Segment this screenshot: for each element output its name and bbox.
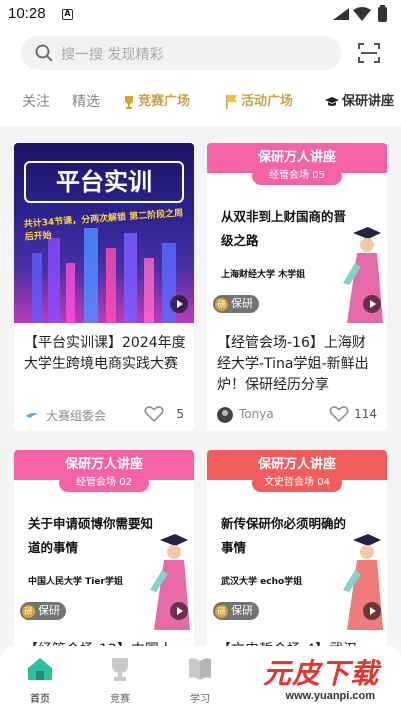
trophy-icon (112, 658, 128, 681)
flag-icon (226, 94, 237, 109)
badge-label: 保研 (231, 297, 253, 310)
watermark-url: www.yuanpi.com (285, 690, 375, 702)
card-title: 【平台实训课】2024年度大学生跨境电商实践大赛 (24, 335, 186, 372)
cover-session: 经管会场 02 (59, 474, 149, 492)
category-badge: 研保研 (213, 295, 259, 313)
card-cover: 保研万人讲座 经管会场 02 关于申请硕博你需要知道的事情 中国人民大学 Tie… (14, 450, 194, 630)
cover-speaker: 中国人民大学 Tier学姐 (28, 577, 123, 587)
like-count: 5 (176, 407, 184, 421)
card-title: 【经管会场-12】中国人民大学 (14, 630, 194, 646)
graduation-cap-icon (325, 96, 339, 106)
badge-label: 保研 (231, 604, 253, 617)
badge-icon: 研 (215, 604, 228, 618)
home-icon (28, 658, 52, 680)
feed-card[interactable]: 保研万人讲座 经管会场 02 关于申请硕博你需要知道的事情 中国人民大学 Tie… (14, 450, 194, 646)
badge-icon: 研 (22, 604, 35, 618)
cover-session: 经管会场 05 (252, 167, 342, 185)
tab-label: 竞赛广场 (138, 94, 191, 109)
tab-activity-square[interactable]: 活动广场 (225, 91, 293, 113)
screen: 10:28 A 搜一搜 发现精彩 关注 精选 竞赛广场 活动广场 保研讲座 平台… (0, 0, 401, 712)
cover-title: 平台实训 (24, 161, 184, 203)
nav-item-study[interactable]: 学习 (170, 656, 230, 705)
heart-icon[interactable] (144, 405, 164, 423)
tab-label: 精选 (72, 94, 100, 110)
category-badge: 研保研 (20, 602, 66, 620)
watermark-logo: 元皮下载 (262, 657, 379, 690)
nav-item-home[interactable]: 首页 (10, 656, 70, 705)
tab-label: 关注 (22, 94, 50, 110)
card-title: 【文史哲会场-4】武汉 (207, 630, 387, 646)
status-time: 10:28 (8, 5, 46, 22)
search-row: 搜一搜 发现精彩 (0, 28, 401, 80)
watermark: 元皮下载 www.yuanpi.com (233, 650, 393, 710)
tab-follow[interactable]: 关注 (22, 91, 50, 113)
tab-featured[interactable]: 精选 (72, 91, 100, 113)
search-placeholder: 搜一搜 发现精彩 (61, 47, 164, 63)
play-icon (170, 602, 188, 620)
cover-session: 文史哲会场 04 (252, 474, 342, 492)
tab-label: 活动广场 (241, 94, 294, 109)
play-icon (363, 602, 381, 620)
nav-label: 首页 (30, 694, 50, 705)
cover-speaker: 上海财经大学 木学姐 (221, 270, 306, 280)
tab-postgrad-lecture[interactable]: 保研讲座 (324, 91, 394, 113)
feed-card[interactable]: 平台实训 共计34节课，分两次解锁 第二阶段之周后开始 【平台实训课】2024年… (14, 143, 194, 431)
cover-heading: 从双非到上财国商的晋级之路 (221, 209, 347, 248)
trophy-icon (125, 95, 133, 109)
card-author: Tonya (239, 407, 274, 421)
avatar (217, 407, 233, 423)
search-input[interactable]: 搜一搜 发现精彩 (21, 36, 341, 70)
scan-icon[interactable] (357, 41, 381, 65)
cover-heading: 新传保研你必须明确的事情 (221, 516, 347, 555)
tab-competition-square[interactable]: 竞赛广场 (122, 91, 190, 113)
content-feed: 平台实训 共计34节课，分两次解锁 第二阶段之周后开始 【平台实训课】2024年… (0, 126, 401, 646)
avatar (26, 412, 38, 418)
like-count: 114 (354, 407, 377, 421)
card-cover: 保研万人讲座 文史哲会场 04 新传保研你必须明确的事情 武汉大学 echo学姐… (207, 450, 387, 630)
card-meta: Tonya 114 (207, 399, 387, 431)
feed-card[interactable]: 保研万人讲座 文史哲会场 04 新传保研你必须明确的事情 武汉大学 echo学姐… (207, 450, 387, 646)
heart-icon[interactable] (329, 405, 349, 423)
nav-label: 学习 (190, 694, 210, 705)
cover-speaker: 武汉大学 echo学姐 (221, 577, 303, 587)
book-icon (189, 658, 211, 680)
play-icon (363, 295, 381, 313)
badge-label: 保研 (38, 604, 60, 617)
notification-icon: A (62, 9, 73, 20)
badge-icon: 研 (215, 297, 228, 311)
card-author: 大赛组委会 (46, 409, 107, 423)
card-cover: 平台实训 共计34节课，分两次解锁 第二阶段之周后开始 (14, 143, 194, 323)
nav-item-competition[interactable]: 竞赛 (90, 656, 150, 705)
card-cover: 保研万人讲座 经管会场 05 从双非到上财国商的晋级之路 上海财经大学 木学姐 … (207, 143, 387, 323)
status-bar: 10:28 A (0, 0, 401, 28)
search-icon (35, 44, 53, 62)
feed-card[interactable]: 保研万人讲座 经管会场 05 从双非到上财国商的晋级之路 上海财经大学 木学姐 … (207, 143, 387, 431)
category-tabs: 关注 精选 竞赛广场 活动广场 保研讲座 (0, 80, 401, 126)
card-title: 【经管会场-16】上海财经大学-Tina学姐-新鲜出炉！保研经历分享 (217, 335, 369, 393)
card-meta: 大赛组委会 5 (14, 399, 194, 431)
nav-label: 竞赛 (110, 694, 130, 705)
system-status-icons (333, 5, 387, 22)
category-badge: 研保研 (213, 602, 259, 620)
tab-label: 保研讲座 (342, 94, 395, 109)
play-icon (170, 295, 188, 313)
cover-heading: 关于申请硕博你需要知道的事情 (28, 516, 154, 555)
